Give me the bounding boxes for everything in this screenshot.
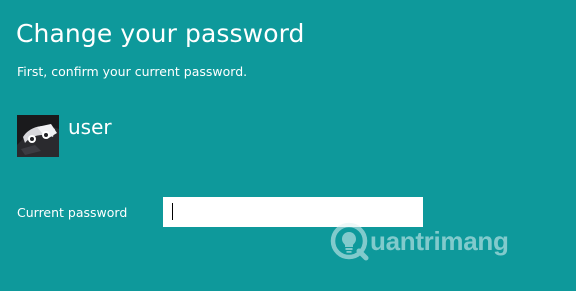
current-password-input[interactable] — [163, 197, 423, 227]
lightbulb-icon — [330, 222, 369, 261]
text-caret — [172, 203, 173, 220]
current-password-label: Current password — [17, 205, 128, 220]
change-password-screen: Change your password First, confirm your… — [0, 0, 576, 291]
username: user — [68, 115, 112, 139]
page-title: Change your password — [16, 19, 305, 48]
instruction-text: First, confirm your current password. — [17, 64, 248, 79]
user-avatar-icon — [17, 115, 59, 157]
watermark-text: uantrimang — [370, 226, 509, 256]
